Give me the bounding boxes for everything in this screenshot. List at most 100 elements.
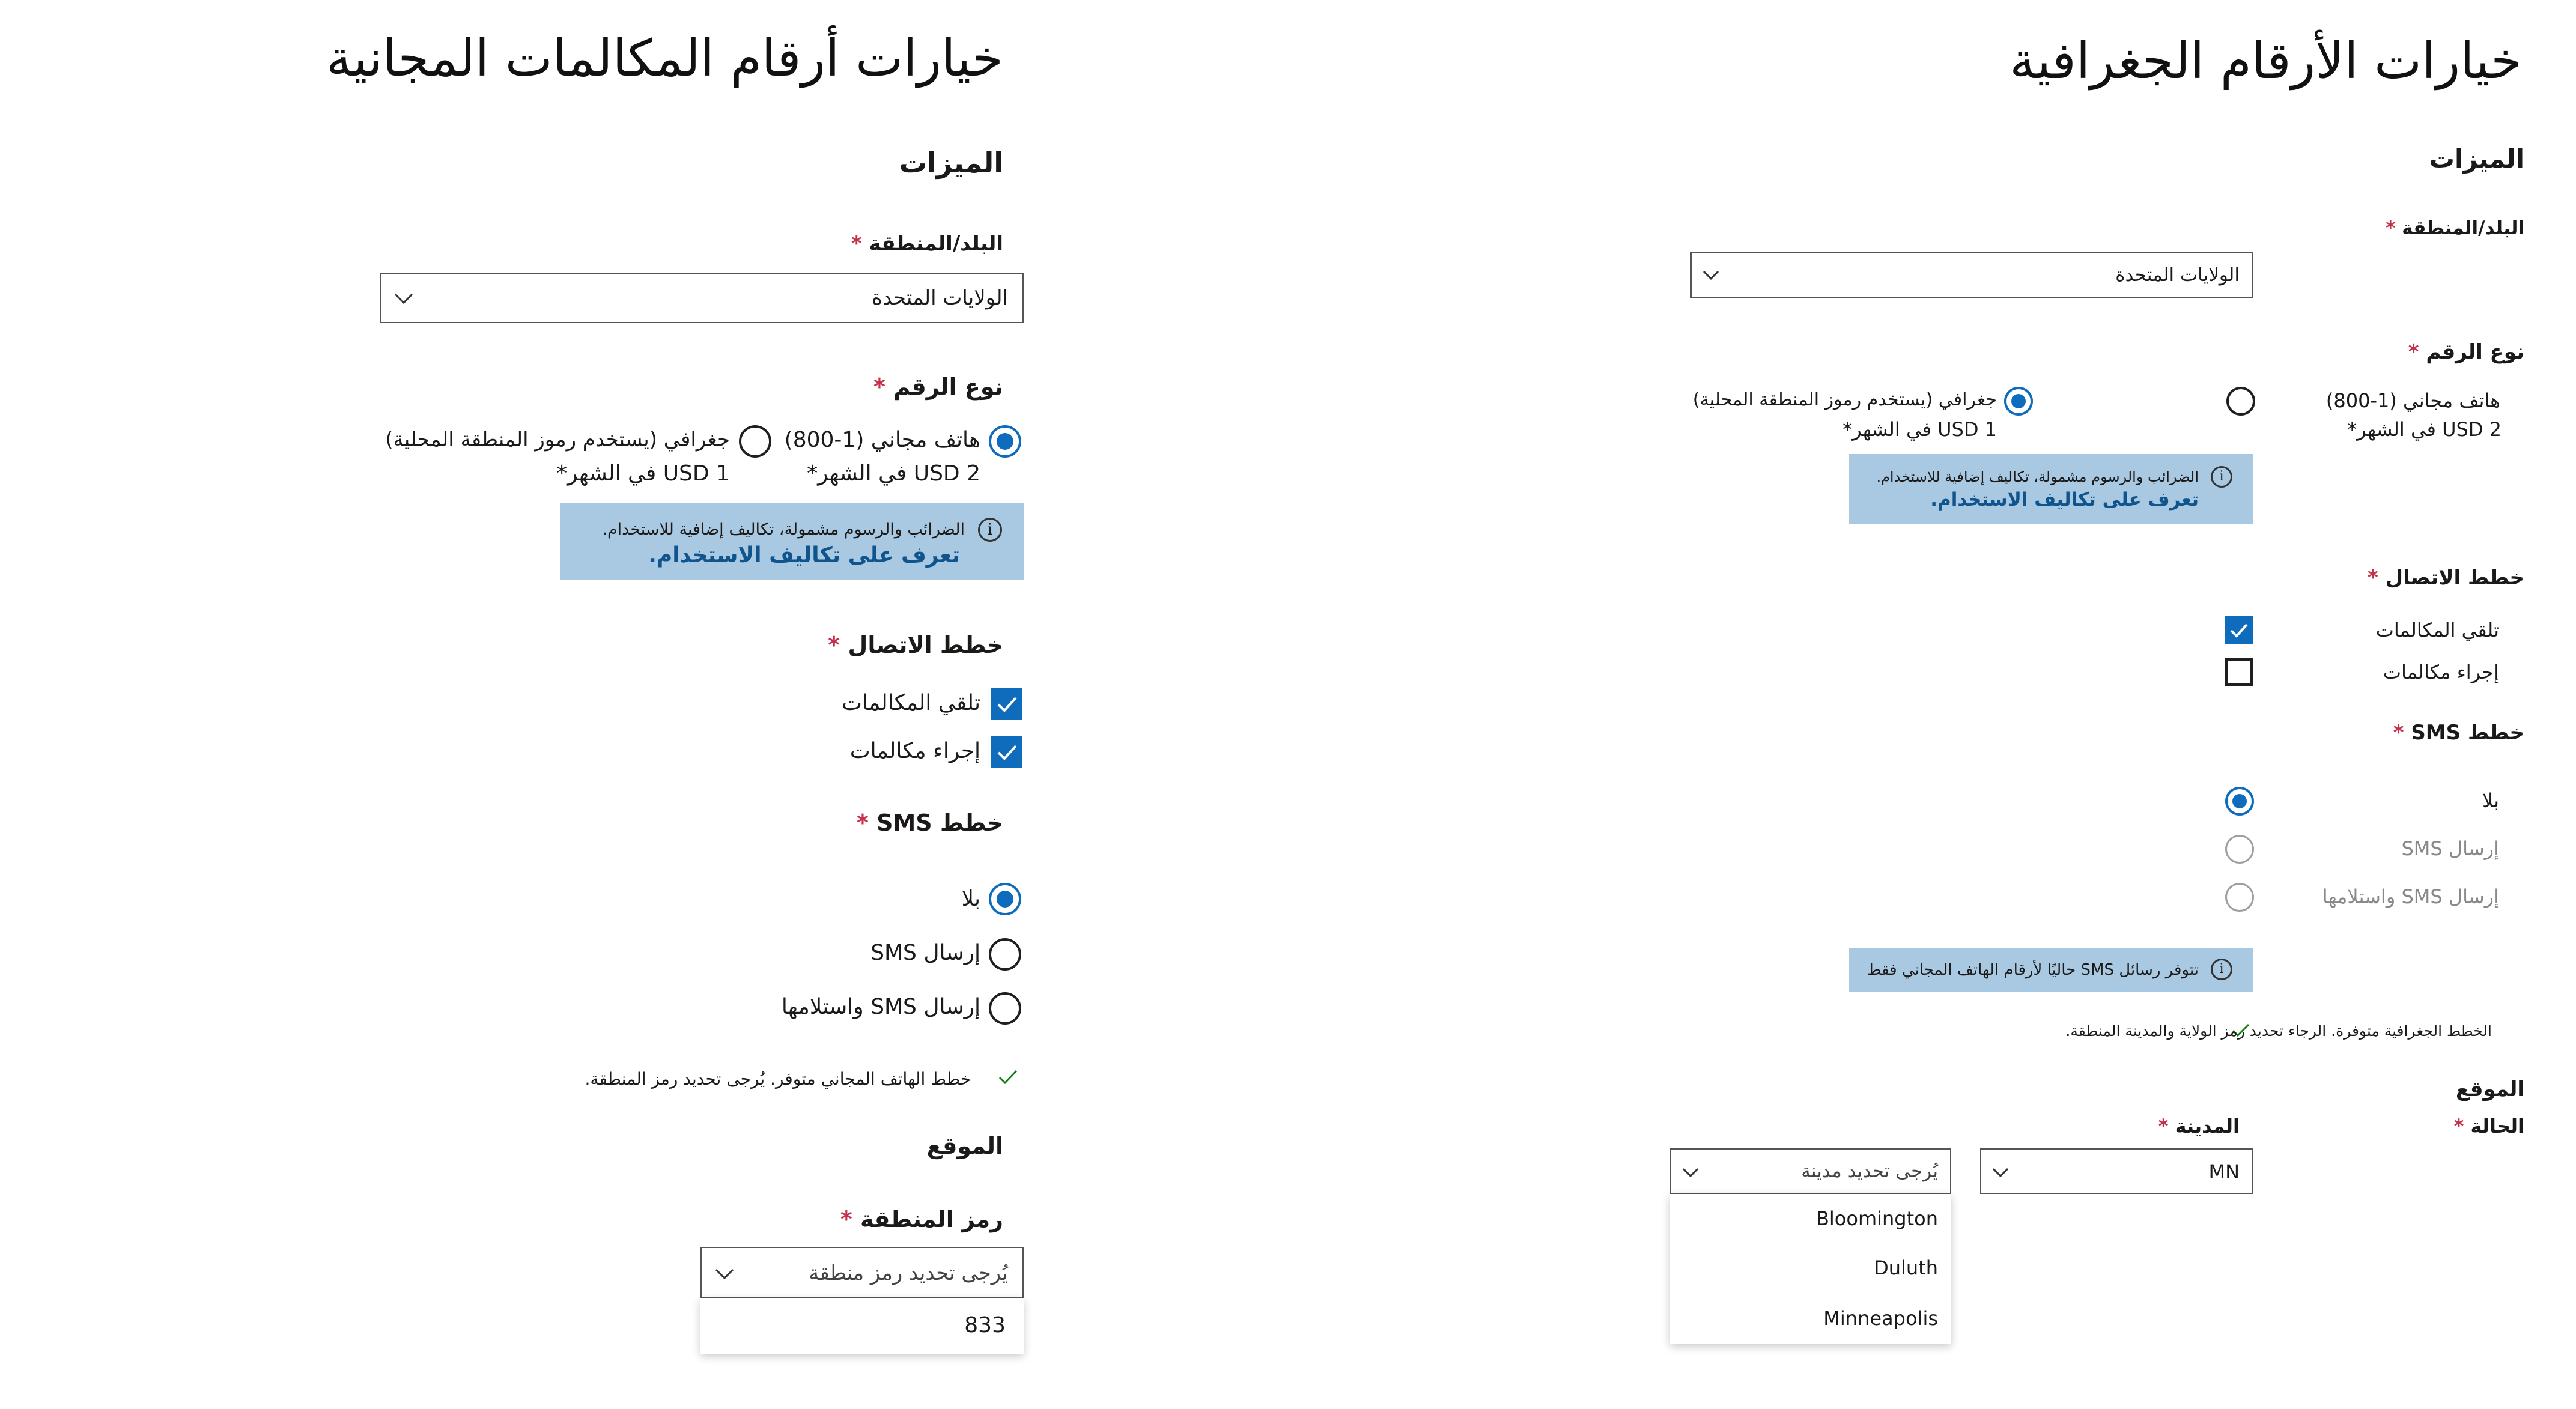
- location-heading: الموقع: [2455, 1077, 2524, 1101]
- sms-info-bar: i تتوفر رسائل SMS حاليًا لأرقام الهاتف ا…: [1849, 948, 2253, 992]
- pricing-info-text: الضرائب والرسوم مشمولة، تكاليف إضافية لل…: [1876, 468, 2199, 485]
- radio-sms-none[interactable]: [989, 883, 1021, 915]
- plan-make-label: إجراء مكالمات: [849, 739, 980, 763]
- calling-plans-label: خطط الاتصال *: [2368, 566, 2524, 590]
- required-mark: *: [828, 632, 840, 658]
- state-select-value: MN: [2208, 1160, 2240, 1183]
- number-type-label-text: نوع الرقم: [893, 374, 1003, 400]
- radio-geographic[interactable]: [2004, 387, 2033, 416]
- checkbox-receive-calls[interactable]: [2225, 616, 2253, 644]
- required-mark: *: [2408, 340, 2419, 364]
- radio-sms-send-receive[interactable]: [989, 992, 1021, 1025]
- option-toll-free-price: 2 USD في الشهر*: [2347, 418, 2502, 441]
- sms-plans-label-text: خطط SMS: [2411, 721, 2524, 745]
- city-option-bloomington[interactable]: Bloomington: [1816, 1207, 1938, 1230]
- plan-receive-label: تلقي المكالمات: [842, 691, 980, 715]
- sms-info-text: تتوفر رسائل SMS حاليًا لأرقام الهاتف الم…: [1867, 961, 2199, 979]
- location-heading: الموقع: [926, 1133, 1003, 1159]
- radio-sms-send-receive[interactable]: [2225, 883, 2254, 912]
- area-code-label: رمز المنطقة *: [840, 1206, 1003, 1232]
- city-label: المدينة *: [2158, 1115, 2240, 1138]
- chevron-down-icon: [715, 1268, 734, 1280]
- option-toll-free-price: 2 USD في الشهر*: [807, 461, 980, 486]
- country-select-value: الولايات المتحدة: [872, 286, 1008, 310]
- radio-geographic[interactable]: [739, 425, 771, 458]
- required-mark: *: [2367, 566, 2378, 590]
- area-code-dropdown: 833: [700, 1298, 1024, 1354]
- city-placeholder: يُرجى تحديد مدينة: [1801, 1160, 1938, 1182]
- pricing-info-text: الضرائب والرسوم مشمولة، تكاليف إضافية لل…: [602, 520, 965, 539]
- checkbox-receive-calls[interactable]: [991, 688, 1022, 720]
- country-select[interactable]: الولايات المتحدة: [1690, 252, 2253, 298]
- option-toll-free-label: هاتف مجاني (1-800): [784, 428, 980, 452]
- checkmark-icon: [997, 697, 1017, 712]
- country-label-text: البلد/المنطقة: [869, 232, 1003, 256]
- pricing-info-bar: i الضرائب والرسوم مشمولة، تكاليف إضافية …: [1849, 454, 2253, 524]
- sms-plans-label: خطط SMS *: [2393, 721, 2524, 745]
- radio-sms-send[interactable]: [989, 938, 1021, 971]
- features-heading: الميزات: [2429, 144, 2524, 174]
- country-label-text: البلد/المنطقة: [2402, 217, 2524, 239]
- info-icon: i: [2211, 959, 2232, 980]
- option-geographic-label: جغرافي (يستخدم رموز المنطقة المحلية): [1692, 389, 1997, 410]
- required-mark: *: [873, 374, 886, 400]
- sms-send-receive-label: إرسال SMS واستلامها: [781, 995, 980, 1019]
- plan-receive-label: تلقي المكالمات: [2375, 619, 2499, 641]
- sms-none-label: بلا: [961, 886, 981, 911]
- radio-sms-none[interactable]: [2225, 787, 2254, 816]
- state-select[interactable]: MN: [1980, 1148, 2253, 1194]
- calling-plans-label: خطط الاتصال *: [828, 632, 1003, 658]
- required-mark: *: [851, 232, 862, 256]
- info-icon: i: [2211, 466, 2232, 488]
- country-label: البلد/المنطقة *: [2386, 217, 2524, 239]
- chevron-down-icon: [1992, 1168, 2009, 1178]
- usage-costs-link[interactable]: تعرف على تكاليف الاستخدام.: [648, 543, 960, 568]
- state-label-text: الحالة: [2470, 1115, 2524, 1138]
- sms-plans-label: خطط SMS *: [857, 810, 1003, 836]
- availability-note: الخطط الجغرافية متوفرة. الرجاء تحديد رمز…: [2065, 1022, 2492, 1040]
- required-mark: *: [2158, 1115, 2169, 1138]
- pricing-info-bar: i الضرائب والرسوم مشمولة، تكاليف إضافية …: [560, 503, 1024, 580]
- chevron-down-icon: [394, 293, 413, 305]
- number-type-label: نوع الرقم *: [873, 374, 1003, 400]
- radio-toll-free[interactable]: [2226, 387, 2255, 416]
- usage-costs-link[interactable]: تعرف على تكاليف الاستخدام.: [1930, 489, 2199, 511]
- calling-plans-label-text: خطط الاتصال: [848, 632, 1003, 658]
- city-dropdown: Bloomington Duluth Minneapolis: [1670, 1194, 1951, 1344]
- area-code-label-text: رمز المنطقة: [860, 1206, 1003, 1232]
- radio-toll-free[interactable]: [989, 425, 1021, 458]
- info-icon: i: [978, 518, 1002, 542]
- features-heading: الميزات: [899, 147, 1003, 179]
- city-option-minneapolis[interactable]: Minneapolis: [1823, 1307, 1938, 1330]
- area-code-option[interactable]: 833: [964, 1313, 1006, 1338]
- sms-send-label: إرسال SMS: [2401, 837, 2499, 860]
- number-type-label-text: نوع الرقم: [2426, 340, 2524, 364]
- city-option-duluth[interactable]: Duluth: [1874, 1256, 1938, 1279]
- toll-free-title: خيارات أرقام المكالمات المجانية: [326, 29, 1003, 88]
- city-select[interactable]: يُرجى تحديد مدينة: [1670, 1148, 1951, 1194]
- radio-sms-send[interactable]: [2225, 835, 2254, 864]
- checkmark-icon: [2230, 623, 2248, 638]
- sms-send-receive-label: إرسال SMS واستلامها: [2322, 885, 2499, 908]
- option-geographic-label: جغرافي (يستخدم رموز المنطقة المحلية): [385, 428, 730, 452]
- country-label: البلد/المنطقة *: [851, 232, 1003, 256]
- checkmark-icon: [997, 745, 1017, 760]
- geographic-title: خيارات الأرقام الجغرافية: [2009, 31, 2522, 90]
- toll-free-options-panel: خيارات أرقام المكالمات المجانية الميزات …: [0, 0, 1033, 1409]
- availability-note: خطط الهاتف المجاني متوفر. يُرجى تحديد رم…: [585, 1069, 971, 1089]
- checkbox-make-calls[interactable]: [991, 736, 1022, 768]
- country-select[interactable]: الولايات المتحدة: [380, 273, 1024, 323]
- sms-send-label: إرسال SMS: [870, 941, 980, 965]
- country-select-value: الولايات المتحدة: [2115, 264, 2240, 286]
- area-code-placeholder: يُرجى تحديد رمز منطقة: [809, 1261, 1008, 1285]
- chevron-down-icon: [1682, 1168, 1699, 1178]
- number-type-label: نوع الرقم *: [2408, 340, 2524, 364]
- checkbox-make-calls[interactable]: [2225, 658, 2253, 686]
- area-code-select[interactable]: يُرجى تحديد رمز منطقة: [700, 1247, 1024, 1298]
- required-mark: *: [857, 810, 869, 836]
- option-geographic-price: 1 USD في الشهر*: [1842, 418, 1997, 441]
- required-mark: *: [2453, 1115, 2464, 1138]
- sms-plans-label-text: خطط SMS: [876, 810, 1003, 836]
- sms-none-label: بلا: [2482, 789, 2499, 812]
- required-mark: *: [2393, 721, 2404, 745]
